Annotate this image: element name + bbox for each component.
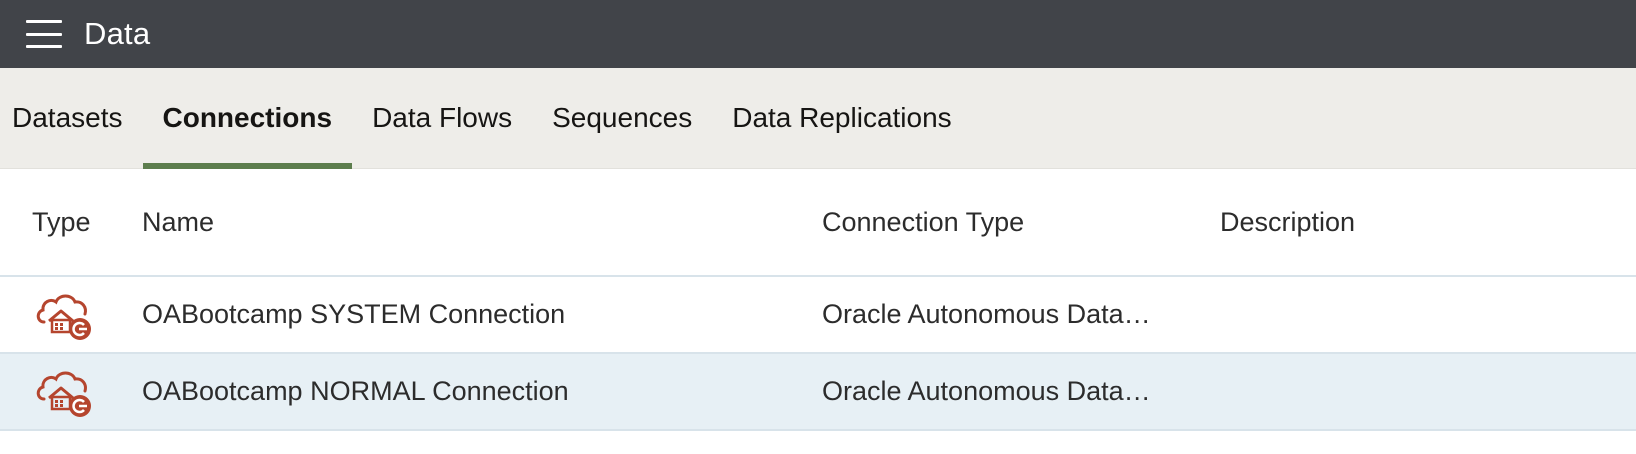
tab-data-replications[interactable]: Data Replications — [712, 68, 971, 168]
column-header-connection-type[interactable]: Connection Type — [822, 207, 1220, 238]
page-title: Data — [84, 16, 151, 51]
tab-datasets[interactable]: Datasets — [0, 68, 143, 168]
table-row[interactable]: OABootcamp NORMAL Connection Oracle Auto… — [0, 354, 1636, 431]
connection-name: OABootcamp NORMAL Connection — [142, 376, 569, 406]
hamburger-menu-icon[interactable] — [26, 20, 62, 48]
connection-name: OABootcamp SYSTEM Connection — [142, 299, 566, 329]
oracle-autonomous-database-icon — [36, 294, 91, 340]
column-header-type[interactable]: Type — [0, 207, 142, 238]
tab-connections[interactable]: Connections — [142, 68, 353, 169]
table-header-row: Type Name Connection Type Description — [0, 169, 1636, 277]
oracle-autonomous-database-icon — [36, 371, 91, 417]
column-header-description[interactable]: Description — [1220, 207, 1636, 238]
connections-table: Type Name Connection Type Description OA… — [0, 169, 1636, 431]
connection-type: Oracle Autonomous Data… — [822, 376, 1151, 406]
tab-data-flows[interactable]: Data Flows — [352, 68, 532, 168]
tab-sequences[interactable]: Sequences — [532, 68, 712, 168]
table-row[interactable]: OABootcamp SYSTEM Connection Oracle Auto… — [0, 277, 1636, 354]
tab-bar: Datasets Connections Data Flows Sequence… — [0, 68, 1636, 169]
top-bar: Data — [0, 0, 1636, 68]
connection-type: Oracle Autonomous Data… — [822, 299, 1151, 329]
column-header-name[interactable]: Name — [142, 207, 822, 238]
